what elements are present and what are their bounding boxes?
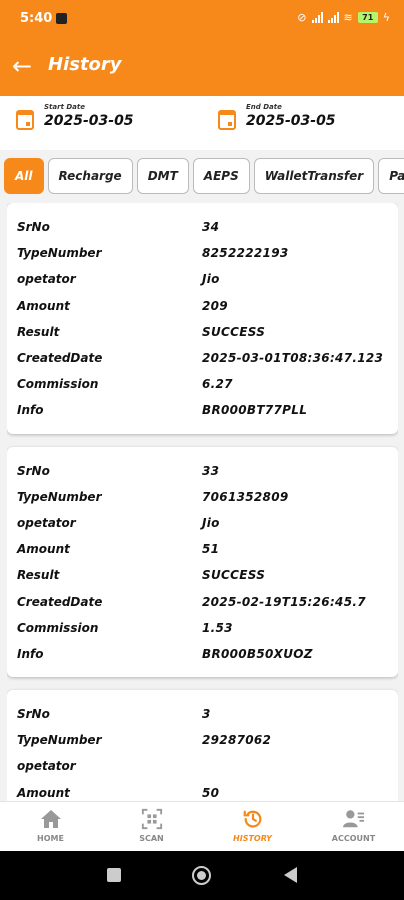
filter-tabs: AllRechargeDMTAEPSWalletTransferPan	[4, 158, 404, 196]
tab-all[interactable]: All	[4, 158, 44, 194]
row-info: Info BR000B50XUOZ	[17, 646, 313, 661]
wifi-icon: ≋	[343, 11, 353, 24]
row-commission: Commission 6.27	[17, 377, 233, 392]
row-operator: opetator Jio	[17, 272, 220, 287]
history-card: SrNo 3 TypeNumber 29287062 opetator Amount…	[7, 690, 398, 801]
nav-history[interactable]: HISTORY	[202, 802, 303, 851]
back-triangle-icon[interactable]	[284, 867, 297, 883]
account-icon	[342, 808, 365, 830]
history-card: SrNo 33 TypeNumber 7061352809 opetator Jio …	[7, 446, 398, 677]
calendar-icon	[218, 110, 236, 130]
qr-scan-icon	[141, 808, 163, 830]
system-nav-bar	[0, 851, 404, 900]
end-date-picker[interactable]: End Date 2025-03-05	[218, 102, 336, 130]
tab-aeps[interactable]: AEPS	[192, 158, 250, 194]
nav-home[interactable]: HOME	[0, 802, 101, 851]
row-created-date: CreatedDate 2025-02-19T15:26:45.7	[17, 594, 366, 609]
end-date-value: 2025-03-05	[246, 113, 336, 129]
row-type-number: TypeNumber 8252222193	[17, 246, 289, 261]
nav-scan[interactable]: SCAN	[101, 802, 202, 851]
recents-icon[interactable]	[107, 868, 121, 882]
calendar-icon	[16, 110, 34, 130]
tab-dmt[interactable]: DMT	[136, 158, 189, 194]
end-date-label: End Date	[246, 103, 282, 111]
row-commission: Commission 1.53	[17, 620, 233, 635]
tab-recharge[interactable]: Recharge	[47, 158, 133, 194]
signal-icon	[311, 12, 323, 23]
battery-icon: 71	[357, 12, 378, 23]
nav-scan-label: SCAN	[139, 834, 164, 843]
home-icon	[40, 808, 62, 830]
history-list[interactable]: SrNo 34 TypeNumber 8252222193 opetator Jio …	[7, 203, 398, 801]
status-time: 5:40	[20, 11, 53, 26]
row-info: Info BR000BT77PLL	[17, 403, 308, 418]
row-srno: SrNo 33	[17, 463, 220, 478]
nav-history-label: HISTORY	[233, 834, 272, 843]
nav-account-label: ACCOUNT	[331, 834, 376, 843]
tab-pan[interactable]: Pan	[378, 158, 404, 194]
back-arrow-icon[interactable]: ←	[12, 52, 32, 80]
home-circle-icon[interactable]	[192, 866, 211, 885]
status-bar: 5:40 ⊘ ≋ 71 ϟ	[0, 0, 404, 38]
history-card: SrNo 34 TypeNumber 8252222193 opetator Jio …	[7, 203, 398, 434]
start-date-picker[interactable]: Start Date 2025-03-05	[16, 102, 134, 130]
row-srno: SrNo 3	[17, 707, 211, 722]
nav-account[interactable]: ACCOUNT	[303, 802, 404, 851]
vibrate-icon: ⊘	[297, 11, 307, 24]
row-created-date: CreatedDate 2025-03-01T08:36:47.123	[17, 351, 384, 366]
row-result: Result SUCCESS	[17, 324, 266, 339]
row-srno: SrNo 34	[17, 220, 220, 235]
row-result: Result SUCCESS	[17, 568, 266, 583]
row-amount: Amount 209	[17, 298, 228, 313]
row-operator: opetator	[17, 759, 76, 774]
start-date-value: 2025-03-05	[44, 113, 134, 129]
nav-home-label: HOME	[37, 834, 64, 843]
signal-icon-2	[327, 12, 339, 23]
row-type-number: TypeNumber 29287062	[17, 733, 272, 748]
status-indicators: ⊘ ≋ 71 ϟ	[297, 11, 390, 24]
tab-wallet-transfer[interactable]: WalletTransfer	[253, 158, 375, 194]
row-amount: Amount 51	[17, 542, 220, 557]
bottom-nav: HOME SCAN HISTORY ACCOUNT	[0, 801, 404, 851]
history-icon	[242, 808, 264, 830]
row-operator: opetator Jio	[17, 515, 220, 530]
start-date-label: Start Date	[44, 103, 85, 111]
charging-icon: ϟ	[382, 11, 390, 24]
row-type-number: TypeNumber 7061352809	[17, 489, 289, 504]
page-title: History	[48, 54, 122, 75]
notification-app-icon	[56, 13, 67, 24]
date-range-panel: Start Date 2025-03-05 End Date 2025-03-0…	[0, 96, 404, 150]
row-amount: Amount 50	[17, 785, 220, 800]
app-bar: ← History	[0, 38, 404, 96]
